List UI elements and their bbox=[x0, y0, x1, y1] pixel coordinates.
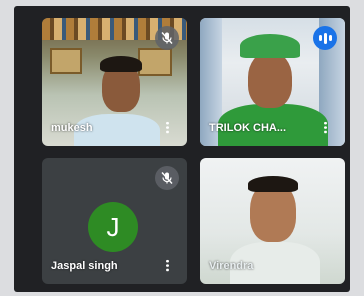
mic-off-icon bbox=[155, 166, 179, 190]
participant-name: Jaspal singh bbox=[51, 260, 118, 272]
participant-name: Virendra bbox=[209, 260, 254, 272]
person-hair bbox=[100, 56, 142, 72]
participant-tile-trilok[interactable]: TRILOK CHA... bbox=[200, 18, 345, 146]
participant-tile-mukesh[interactable]: mukesh bbox=[42, 18, 187, 146]
person-face bbox=[248, 52, 292, 108]
more-vert-icon[interactable] bbox=[324, 121, 327, 134]
more-vert-icon[interactable] bbox=[166, 121, 169, 134]
video-background-frame bbox=[138, 48, 172, 76]
participant-tile-jaspal[interactable]: J Jaspal singh bbox=[42, 158, 187, 284]
participant-name: TRILOK CHA... bbox=[209, 122, 286, 134]
avatar: J bbox=[88, 202, 138, 252]
participant-name: mukesh bbox=[51, 122, 93, 134]
mic-off-icon bbox=[155, 26, 179, 50]
person-hair bbox=[248, 176, 298, 192]
audio-level-icon bbox=[313, 26, 337, 50]
more-vert-icon[interactable] bbox=[166, 259, 169, 272]
person-cap bbox=[240, 34, 300, 58]
video-background-frame bbox=[50, 48, 82, 74]
participant-tile-virendra[interactable]: Virendra bbox=[200, 158, 345, 284]
